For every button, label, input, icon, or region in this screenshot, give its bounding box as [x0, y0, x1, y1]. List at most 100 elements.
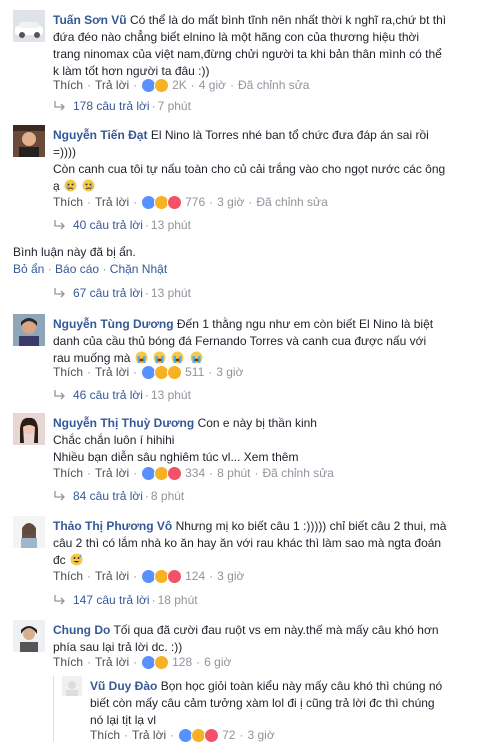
separator: ·: [144, 218, 149, 232]
like-link[interactable]: Thích: [53, 194, 83, 210]
reply-link[interactable]: Trả lời: [95, 654, 129, 670]
timestamp[interactable]: 3 giờ: [217, 194, 244, 210]
replies-link[interactable]: 147 câu trả lời · 18 phút: [53, 593, 198, 607]
comment-text-line: k làm tốt hơn người ta đâu :)): [53, 64, 210, 78]
commenter-name[interactable]: Nguyễn Tùng Dương: [53, 317, 174, 331]
replies-count[interactable]: 147 câu trả lời: [73, 593, 150, 607]
replies-count[interactable]: 178 câu trả lời: [73, 99, 150, 113]
block-link[interactable]: Chặn Nhật: [110, 262, 167, 276]
reply-arrow-icon: [54, 288, 65, 298]
reaction-count[interactable]: 128: [172, 654, 192, 670]
grinning-sweat-face-icon: [70, 553, 83, 566]
comment-6: Thảo Thị Phương Vô Nhưng mị ko biết câu …: [0, 516, 480, 576]
timestamp[interactable]: 3 giờ: [247, 727, 274, 743]
avatar[interactable]: [13, 314, 45, 346]
reply-link[interactable]: Trả lời: [95, 568, 129, 584]
reaction-count[interactable]: 72: [222, 727, 235, 743]
reactions[interactable]: [141, 568, 183, 584]
comment-text-line: danh của cầu thủ bóng đá Fernando Torres…: [53, 334, 427, 348]
replies-time: 13 phút: [150, 388, 191, 402]
replies-count[interactable]: 40 câu trả lời: [73, 218, 143, 232]
comment-body: Nguyễn Thị Thuỳ Dương Con e này bị thần …: [53, 415, 470, 466]
commenter-name[interactable]: Thảo Thị Phương Vô: [53, 519, 172, 533]
separator: ·: [248, 195, 253, 209]
separator: ·: [254, 466, 259, 480]
separator: ·: [209, 569, 214, 583]
reply-link[interactable]: Trả lời: [132, 727, 166, 743]
commenter-name[interactable]: Tuấn Sơn Vũ: [53, 13, 127, 27]
separator: ·: [151, 593, 156, 607]
reply-link[interactable]: Trả lời: [95, 77, 129, 93]
edited-label[interactable]: Đã chỉnh sửa: [238, 77, 309, 93]
timestamp[interactable]: 3 giờ: [217, 568, 244, 584]
separator: ·: [144, 286, 149, 300]
replies-time: 13 phút: [150, 286, 191, 300]
comment-actions: Thích · Trả lời · 511 · 3 giờ: [53, 364, 243, 380]
separator: ·: [87, 365, 92, 379]
separator: ·: [190, 78, 195, 92]
replies-link[interactable]: 84 câu trả lời · 8 phút: [53, 489, 184, 503]
avatar[interactable]: [13, 620, 45, 652]
reactions[interactable]: [178, 727, 220, 743]
like-link[interactable]: Thích: [53, 465, 83, 481]
replies-count[interactable]: 67 câu trả lời: [73, 286, 143, 300]
edited-label[interactable]: Đã chỉnh sửa: [263, 465, 334, 481]
reaction-count[interactable]: 124: [185, 568, 205, 584]
replies-link[interactable]: 178 câu trả lời · 7 phút: [53, 99, 191, 113]
reaction-count[interactable]: 2K: [172, 77, 187, 93]
replies-time: 8 phút: [150, 489, 185, 503]
reply-arrow-icon: [54, 220, 65, 230]
comment-text-line: Chắc chắn luôn í hihihi: [53, 433, 175, 447]
reactions[interactable]: [141, 77, 170, 93]
reaction-count[interactable]: 776: [185, 194, 205, 210]
replies-link[interactable]: 67 câu trả lời · 13 phút: [53, 286, 191, 300]
avatar[interactable]: [13, 10, 45, 42]
separator: ·: [133, 195, 138, 209]
comment-body: Nguyễn Tùng Dương Đến 1 thằng ngu như em…: [53, 316, 470, 367]
like-link[interactable]: Thích: [53, 568, 83, 584]
timestamp[interactable]: 3 giờ: [216, 364, 243, 380]
timestamp[interactable]: 8 phút: [217, 465, 250, 481]
reactions[interactable]: [141, 364, 183, 380]
comment-text-line: rau muống mà: [53, 351, 131, 365]
reactions[interactable]: [141, 654, 170, 670]
timestamp[interactable]: 6 giờ: [204, 654, 231, 670]
avatar[interactable]: [13, 516, 45, 548]
replies-time: 13 phút: [150, 218, 191, 232]
separator: ·: [209, 466, 214, 480]
comment-text-line: Có thể là do mất bình tĩnh nên nhất thời…: [129, 13, 447, 27]
like-link[interactable]: Thích: [53, 364, 83, 380]
commenter-name[interactable]: Nguyễn Thị Thuỳ Dương: [53, 416, 194, 430]
reactions[interactable]: [141, 465, 183, 481]
report-link[interactable]: Báo cáo: [55, 262, 99, 276]
love-reaction-icon: [167, 465, 183, 481]
replies-link[interactable]: 40 câu trả lời · 13 phút: [53, 218, 191, 232]
reaction-count[interactable]: 511: [185, 364, 204, 380]
commenter-name[interactable]: Chung Do: [53, 623, 110, 637]
replies-count[interactable]: 46 câu trả lời: [73, 388, 143, 402]
edited-label[interactable]: Đã chỉnh sửa: [256, 194, 327, 210]
unhide-link[interactable]: Bỏ ẩn: [13, 262, 44, 276]
comment-text-line[interactable]: Nhiều bạn diễn sâu nghiêm túc vl... Xem …: [53, 450, 298, 464]
reply-link[interactable]: Trả lời: [95, 364, 129, 380]
timestamp[interactable]: 4 giờ: [199, 77, 226, 93]
avatar[interactable]: [13, 125, 45, 157]
like-link[interactable]: Thích: [53, 654, 83, 670]
commenter-name[interactable]: Nguyễn Tiến Đạt: [53, 128, 147, 142]
avatar[interactable]: [62, 676, 82, 696]
comment-text-line: trang ninomax của việt nam,đừng chửi ngư…: [53, 47, 442, 61]
like-link[interactable]: Thích: [90, 727, 120, 743]
replies-count[interactable]: 84 câu trả lời: [73, 489, 143, 503]
comment-text-line: đứa đéo nào chẳng biết elnino là một hãn…: [53, 30, 420, 44]
separator: ·: [87, 569, 92, 583]
reactions[interactable]: [141, 194, 183, 210]
avatar[interactable]: [13, 413, 45, 445]
separator: ·: [87, 655, 92, 669]
replies-link[interactable]: 46 câu trả lời · 13 phút: [53, 388, 191, 402]
commenter-name[interactable]: Vũ Duy Đào: [90, 679, 157, 693]
reaction-count[interactable]: 334: [185, 465, 205, 481]
comment-text-line: ạ: [53, 179, 60, 193]
reply-link[interactable]: Trả lời: [95, 194, 129, 210]
like-link[interactable]: Thích: [53, 77, 83, 93]
reply-link[interactable]: Trả lời: [95, 465, 129, 481]
